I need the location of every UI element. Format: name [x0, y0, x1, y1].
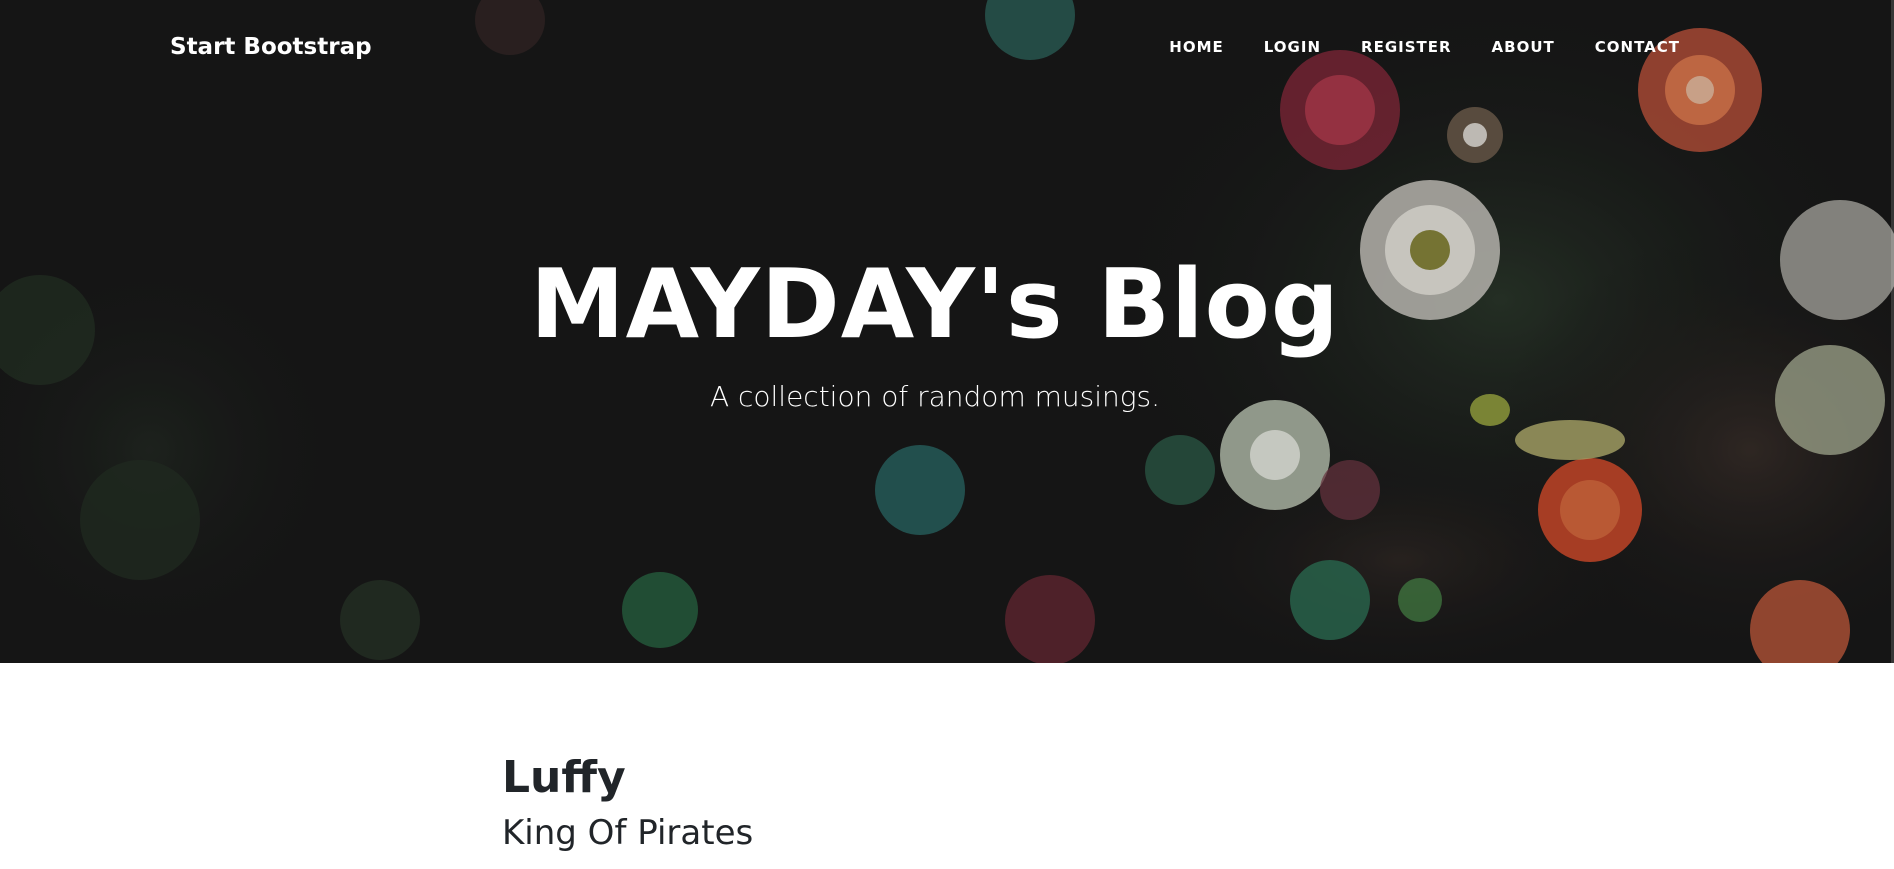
post-preview[interactable]: Luffy King Of Pirates: [502, 750, 1402, 856]
nav-menu: HOME LOGIN REGISTER ABOUT CONTACT: [1129, 38, 1680, 56]
site-title: MAYDAY's Blog: [530, 250, 1340, 360]
nav-link-about[interactable]: ABOUT: [1492, 38, 1555, 56]
post-subtitle[interactable]: King Of Pirates: [502, 810, 1402, 856]
site-heading: MAYDAY's Blog A collection of random mus…: [0, 250, 1870, 414]
nav-link-login[interactable]: LOGIN: [1264, 38, 1321, 56]
navbar-brand[interactable]: Start Bootstrap: [170, 34, 372, 60]
post-title[interactable]: Luffy: [502, 750, 1402, 806]
post-list: Luffy King Of Pirates: [502, 750, 1402, 856]
nav-link-register[interactable]: REGISTER: [1361, 38, 1452, 56]
main-navbar: Start Bootstrap HOME LOGIN REGISTER ABOU…: [0, 0, 1894, 100]
nav-link-contact[interactable]: CONTACT: [1595, 38, 1680, 56]
masthead: Start Bootstrap HOME LOGIN REGISTER ABOU…: [0, 0, 1894, 663]
nav-link-home[interactable]: HOME: [1169, 38, 1223, 56]
site-subtitle: A collection of random musings.: [709, 380, 1161, 413]
